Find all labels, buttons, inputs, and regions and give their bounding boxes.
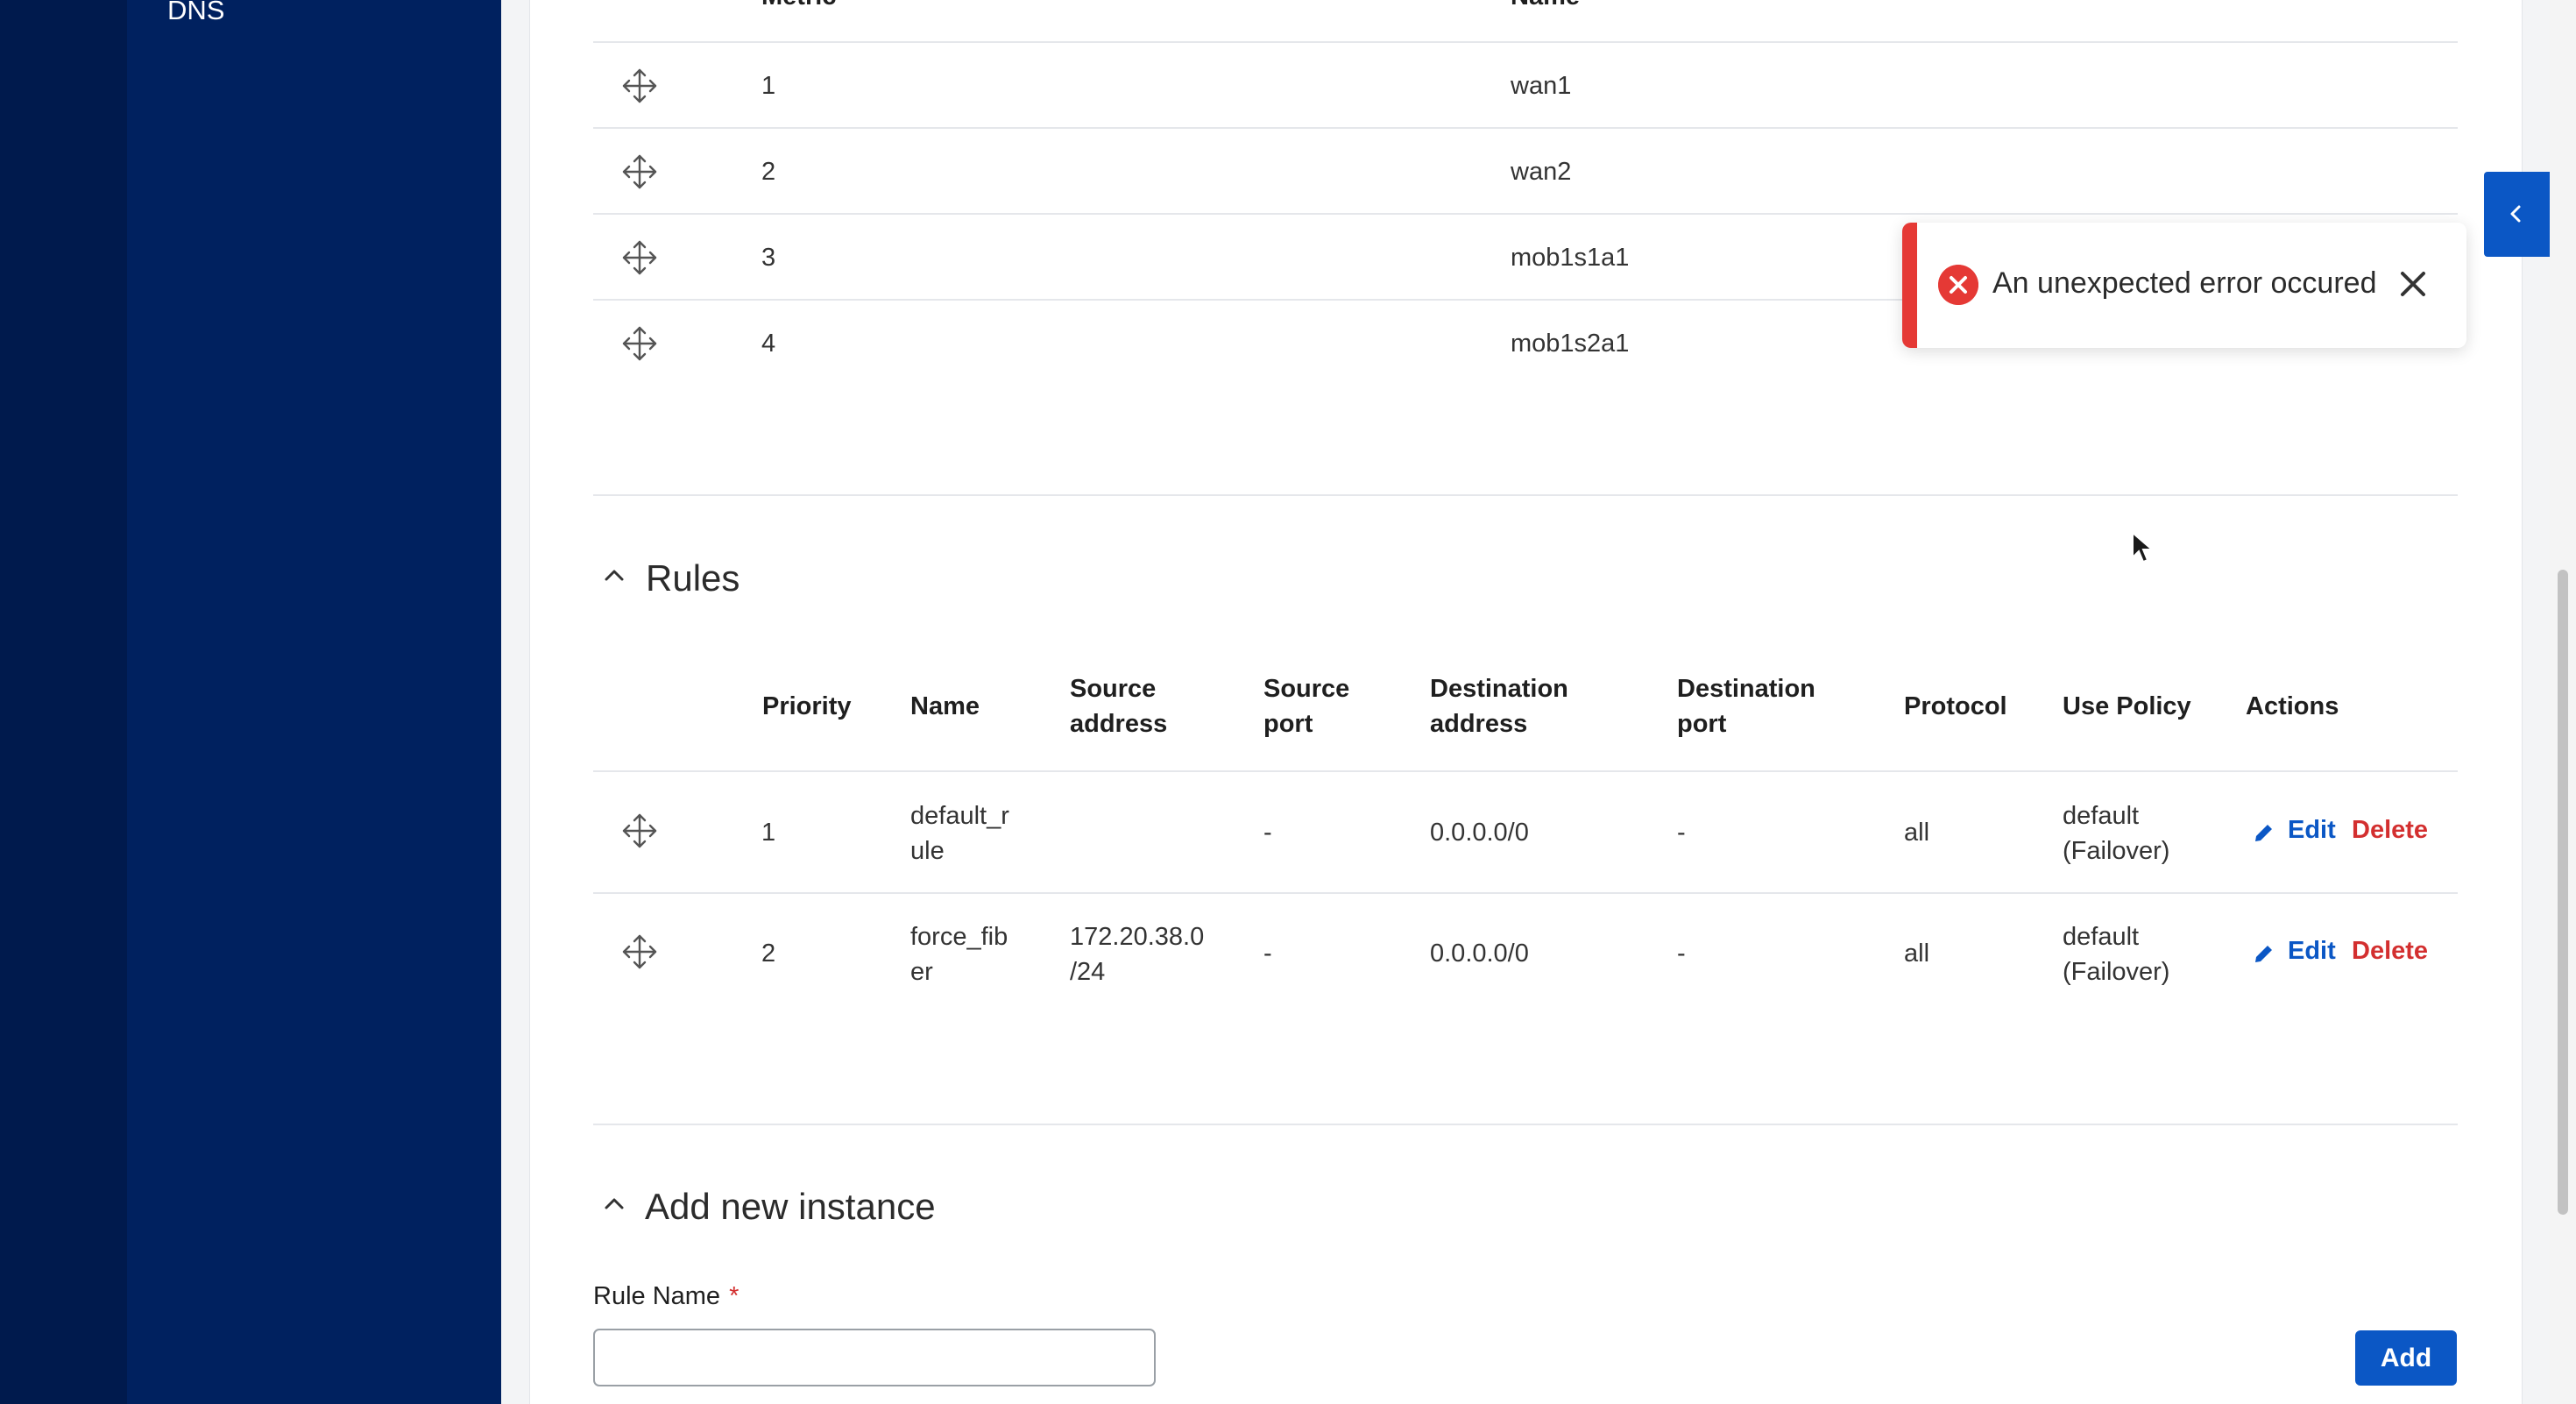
rules-section-title[interactable]: Rules (646, 557, 740, 599)
mouse-cursor-icon (2132, 531, 2154, 564)
source-address-line: 172.20.38.0 (1070, 923, 1205, 951)
name-cell-line: ule (910, 837, 945, 865)
priority-cell: 1 (761, 819, 776, 847)
metric-cell: 2 (761, 158, 776, 186)
edit-label[interactable]: Edit (2288, 937, 2336, 966)
name-cell: wan2 (1511, 158, 1572, 186)
use-policy-line: (Failover) (2063, 837, 2170, 865)
use-policy-line: default (2063, 923, 2140, 951)
header-line: address (1070, 710, 1168, 738)
destination-address-cell: 0.0.0.0/0 (1430, 819, 1529, 847)
metric-cell: 3 (761, 244, 776, 272)
chevron-up-icon[interactable] (599, 561, 629, 591)
drag-handle-icon[interactable] (620, 932, 659, 971)
header-line: Destination (1430, 675, 1568, 703)
drag-handle-icon[interactable] (620, 238, 659, 277)
rule-name-label: Rule Name * (593, 1282, 739, 1311)
header-line: address (1430, 710, 1528, 738)
required-mark: * (729, 1282, 740, 1310)
divider (593, 127, 2458, 129)
header-priority: Priority (762, 692, 852, 720)
source-port-cell: - (1263, 819, 1272, 847)
chevron-left-icon (2510, 205, 2521, 223)
section-divider (593, 1124, 2458, 1125)
drag-handle-icon[interactable] (620, 67, 659, 105)
drag-handle-icon[interactable] (620, 152, 659, 191)
divider (593, 213, 2458, 215)
header-line: port (1677, 710, 1727, 738)
metric-cell: 4 (761, 330, 776, 358)
protocol-cell: all (1904, 940, 1930, 968)
destination-port-cell: - (1677, 940, 1686, 968)
close-icon[interactable] (2396, 266, 2431, 301)
toast-message: An unexpected error occured (1992, 266, 2377, 300)
rule-name-input[interactable] (593, 1329, 1156, 1386)
add-button[interactable]: Add (2355, 1330, 2457, 1386)
name-cell-line: force_fib (910, 923, 1008, 951)
divider (593, 892, 2458, 894)
error-icon (1938, 265, 1978, 305)
rule-name-label-text: Rule Name (593, 1282, 721, 1310)
drag-handle-icon[interactable] (620, 812, 659, 850)
section-divider (593, 494, 2458, 496)
header-actions: Actions (2246, 692, 2339, 720)
header-line: port (1263, 710, 1313, 738)
header-protocol: Protocol (1904, 692, 2007, 720)
header-line: Source (1070, 675, 1157, 703)
delete-button[interactable]: Delete (2352, 816, 2428, 845)
name-cell: wan1 (1511, 72, 1572, 100)
header-name: Name (1511, 0, 1580, 14)
name-cell-line: default_r (910, 802, 1009, 830)
pencil-icon (2255, 825, 2272, 841)
header-name: Name (910, 692, 980, 720)
source-port-cell: - (1263, 940, 1272, 968)
pencil-icon (2255, 946, 2272, 962)
destination-address-cell: 0.0.0.0/0 (1430, 940, 1529, 968)
header-metric: Metric (761, 0, 836, 14)
side-panel-toggle[interactable] (2484, 172, 2550, 257)
edit-label[interactable]: Edit (2288, 816, 2336, 845)
scrollbar[interactable] (2550, 0, 2576, 1404)
add-instance-title[interactable]: Add new instance (645, 1186, 936, 1228)
source-address-line: /24 (1070, 958, 1106, 986)
header-line: Source (1263, 675, 1350, 703)
use-policy-line: default (2063, 802, 2140, 830)
priority-cell: 2 (761, 940, 776, 968)
chevron-up-icon[interactable] (599, 1189, 629, 1219)
toast-accent-bar (1902, 223, 1917, 348)
name-cell-line: er (910, 958, 933, 986)
error-toast: An unexpected error occured (1902, 223, 2466, 348)
name-cell: mob1s2a1 (1511, 330, 1630, 358)
divider (593, 770, 2458, 772)
sidebar-rail (0, 0, 127, 1404)
divider (593, 41, 2458, 43)
destination-port-cell: - (1677, 819, 1686, 847)
name-cell: mob1s1a1 (1511, 244, 1630, 272)
use-policy-line: (Failover) (2063, 958, 2170, 986)
scrollbar-thumb[interactable] (2558, 570, 2568, 1215)
metric-cell: 1 (761, 72, 776, 100)
header-line: Destination (1677, 675, 1815, 703)
header-use-policy: Use Policy (2063, 692, 2191, 720)
sidebar-item-dns[interactable]: DNS (167, 0, 224, 26)
drag-handle-icon[interactable] (620, 324, 659, 363)
delete-button[interactable]: Delete (2352, 937, 2428, 966)
protocol-cell: all (1904, 819, 1930, 847)
sidebar: DNS (127, 0, 501, 1404)
